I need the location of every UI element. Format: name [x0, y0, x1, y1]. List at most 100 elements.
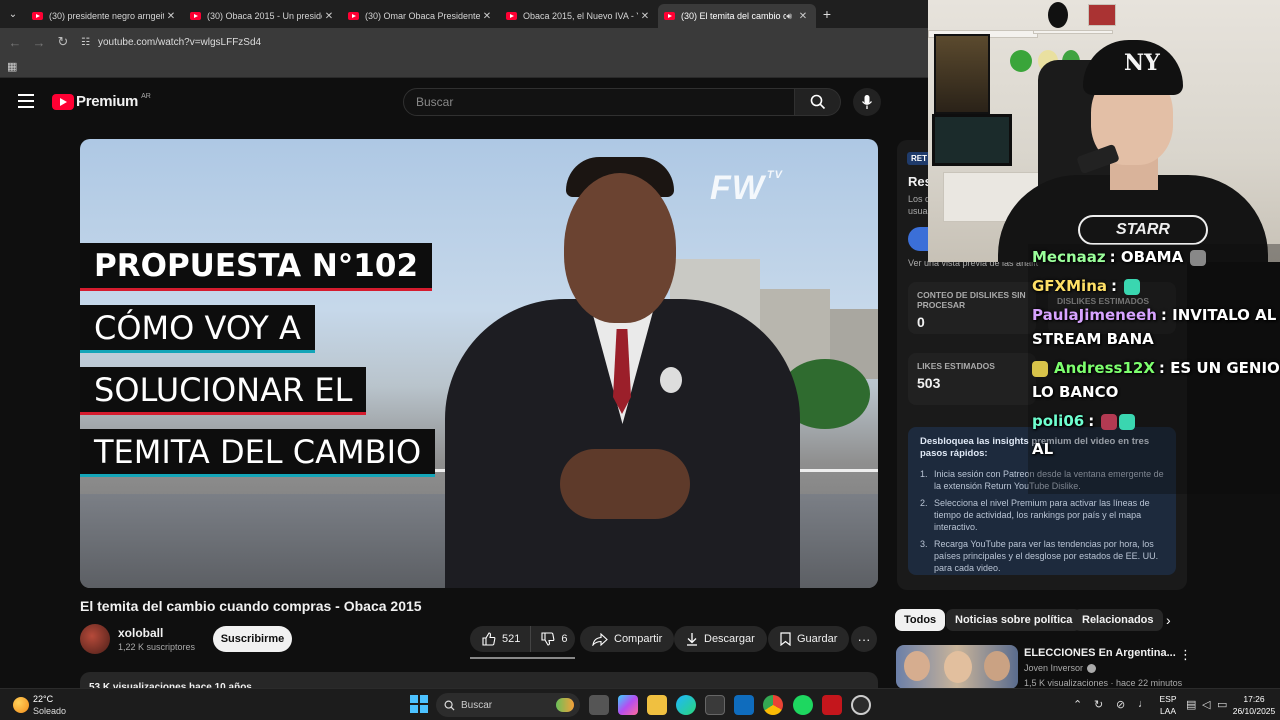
related-video-thumbnail[interactable] [896, 645, 1018, 689]
thumbs-down-icon [541, 632, 555, 646]
tray-microphone-icon[interactable]: ♩ [1138, 698, 1149, 710]
figurine [1048, 2, 1068, 28]
tab-close-icon[interactable]: ✕ [796, 11, 810, 22]
new-tab-plus-icon[interactable]: + [816, 6, 838, 22]
chat-text: : INVITALO AL [1160, 306, 1277, 324]
volume-icon[interactable]: ◁ [1202, 698, 1210, 711]
settings-gear-icon[interactable] [851, 695, 871, 715]
youtube-play-icon [52, 93, 74, 110]
browser-tab-4[interactable]: Obaca 2015, el Nuevo IVA - You ✕ [500, 4, 658, 28]
speaker-icon[interactable]: 🔊︎ [786, 11, 792, 22]
voice-search-button[interactable] [853, 88, 881, 116]
overlay-line-3: SOLUCIONAR EL [80, 367, 367, 415]
browser-tab-3[interactable]: (30) Omar Obaca Presidente 20 ✕ [342, 4, 500, 28]
taskbar-search[interactable]: Buscar [436, 693, 580, 717]
tab-close-icon[interactable]: ✕ [322, 11, 336, 22]
clock-date[interactable]: 26/10/2025 [1229, 706, 1279, 716]
file-explorer-icon[interactable] [647, 695, 667, 715]
browser-tab-1[interactable]: (30) presidente negro arngeitna ✕ [26, 4, 184, 28]
tab-close-icon[interactable]: ✕ [480, 11, 494, 22]
windows-start-icon[interactable] [410, 695, 428, 713]
task-view-icon[interactable] [589, 695, 609, 715]
chip-todos[interactable]: Todos [895, 609, 946, 631]
browser-tab-5-active[interactable]: (30) El temita del cambio cu 🔊︎ ✕ [658, 4, 816, 28]
chat-text: : [1111, 277, 1117, 295]
tab-title: (30) Obaca 2015 - Un presidente [207, 11, 322, 21]
dislike-button[interactable]: 6 [531, 626, 577, 652]
network-icon[interactable]: ▤ [1186, 698, 1196, 711]
weather-sun-icon[interactable] [13, 697, 29, 713]
taskbar-search-label: Buscar [461, 699, 493, 711]
site-info-icon[interactable]: ☷ [81, 37, 90, 48]
thumbs-up-icon [482, 632, 496, 646]
outlook-icon[interactable] [734, 695, 754, 715]
download-button[interactable]: Descargar [674, 626, 767, 652]
search-bar [403, 88, 841, 116]
youtube-header: Premium AR [0, 80, 930, 122]
kebab-menu-icon[interactable]: ⋮ [1179, 647, 1192, 663]
edge-icon[interactable] [676, 695, 696, 715]
tab-close-icon[interactable]: ✕ [638, 11, 652, 22]
crt-monitor [932, 114, 1012, 166]
forward-arrow-icon[interactable]: → [27, 35, 51, 50]
channel-name[interactable]: xoloball [118, 626, 163, 640]
apps-grid-icon[interactable]: ▦ [7, 60, 17, 73]
share-label: Compartir [614, 633, 663, 645]
language-code[interactable]: ESP [1157, 694, 1179, 704]
chevron-right-icon[interactable]: › [1166, 612, 1171, 628]
reload-icon[interactable]: ↻ [51, 34, 75, 50]
back-arrow-icon[interactable]: ← [3, 35, 27, 50]
youtube-favicon-icon [190, 12, 201, 20]
search-icon [810, 94, 825, 110]
clock-time[interactable]: 17:26 [1229, 694, 1279, 704]
tray-chevron-up-icon[interactable]: ⌃ [1073, 698, 1082, 711]
share-button[interactable]: Compartir [580, 626, 675, 652]
keyboard-layout[interactable]: LAA [1157, 706, 1179, 716]
weather-condition[interactable]: Soleado [33, 706, 66, 716]
screen: ⌄ (30) presidente negro arngeitna ✕ (30)… [0, 0, 1280, 720]
app-icon[interactable] [822, 695, 842, 715]
browser-tab-2[interactable]: (30) Obaca 2015 - Un presidente ✕ [184, 4, 342, 28]
unlock-step: 2. Selecciona el nivel Premium para activ… [920, 498, 1150, 532]
weather-temperature[interactable]: 22°C [33, 694, 53, 704]
overlay-line-1: PROPUESTA N°102 [80, 243, 433, 291]
chip-noticias-politica[interactable]: Noticias sobre política [946, 609, 1082, 631]
video-player[interactable]: FW TV PROPUESTA N°102 CÓMO VOY A SOLUCION… [80, 139, 878, 588]
youtube-premium-logo[interactable]: Premium AR [52, 93, 151, 110]
search-highlight-icon [556, 698, 574, 712]
chip-relacionados[interactable]: Relacionados [1073, 609, 1163, 631]
channel-avatar[interactable] [80, 624, 110, 654]
save-button[interactable]: Guardar [768, 626, 850, 652]
search-input[interactable] [403, 88, 795, 116]
battery-icon[interactable]: ▭ [1217, 698, 1227, 711]
chat-text: : [1088, 412, 1095, 430]
related-video-channel: Joven Inversor [1024, 663, 1097, 673]
related-video-title[interactable]: ELECCIONES En Argentina... [1024, 647, 1176, 659]
tray-vpn-icon[interactable]: ⊘ [1116, 698, 1125, 711]
chat-text: : ES UN GENIO [1158, 359, 1280, 377]
subscribe-button[interactable]: Suscribirme [213, 626, 292, 652]
search-button[interactable] [795, 88, 841, 116]
like-count: 521 [502, 633, 521, 645]
copilot-icon[interactable] [618, 695, 638, 715]
overlay-line-4: TEMITA DEL CAMBIO [80, 429, 436, 477]
menu-hamburger-icon[interactable] [18, 94, 34, 112]
emote-icon [1119, 413, 1136, 430]
tab-close-icon[interactable]: ✕ [164, 11, 178, 22]
youtube-favicon-icon [32, 12, 43, 20]
store-icon[interactable] [705, 695, 725, 715]
tab-search-chevron-icon[interactable]: ⌄ [0, 0, 26, 28]
like-button[interactable]: 521 [470, 626, 532, 652]
more-actions-button[interactable]: ··· [851, 626, 877, 652]
raw-dislikes-card: CONTEO DE DISLIKES SIN PROCESAR 0 [908, 282, 1036, 334]
tab-title: Obaca 2015, el Nuevo IVA - You [523, 11, 638, 21]
stream-chat-overlay: Mecnaaz: OBAMA GFXMina: PaulaJimeneeh: I… [1028, 244, 1280, 494]
url-field[interactable]: ☷ youtube.com/watch?v=wlgsLFFzSd4 [81, 31, 901, 53]
tray-sync-icon[interactable]: ↻ [1094, 698, 1103, 711]
shirt-logo: STARR [1078, 215, 1208, 245]
spotify-icon[interactable] [793, 695, 813, 715]
search-icon [444, 700, 455, 711]
chrome-icon[interactable] [763, 695, 783, 715]
dislike-count: 6 [561, 633, 568, 645]
overlay-line-2: CÓMO VOY A [80, 305, 315, 353]
